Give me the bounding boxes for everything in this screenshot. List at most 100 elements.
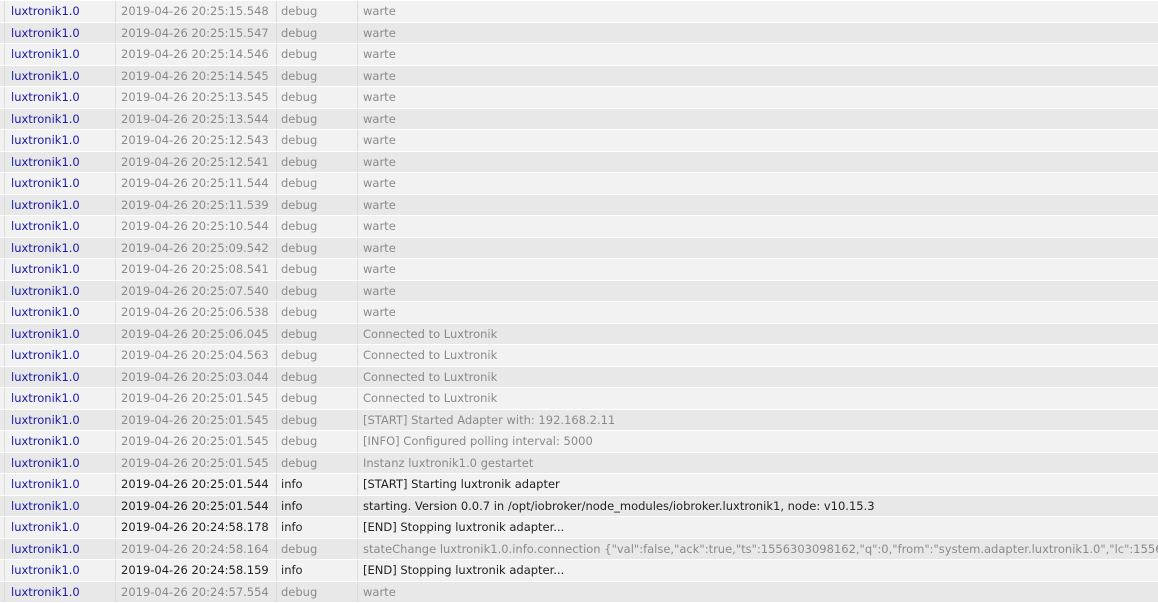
log-timestamp: 2019-04-26 20:25:13.544: [115, 109, 276, 130]
log-row[interactable]: luxtronik1.02019-04-26 20:25:07.540debug…: [0, 281, 1158, 303]
log-severity: debug: [276, 259, 357, 280]
log-source: luxtronik1.0: [4, 367, 115, 388]
log-message: warte: [357, 216, 1158, 237]
log-source: luxtronik1.0: [4, 1, 115, 22]
log-severity: debug: [276, 1, 357, 22]
log-severity: debug: [276, 238, 357, 259]
log-source: luxtronik1.0: [4, 582, 115, 603]
log-row[interactable]: luxtronik1.02019-04-26 20:25:14.545debug…: [0, 66, 1158, 88]
log-row[interactable]: luxtronik1.02019-04-26 20:25:15.547debug…: [0, 23, 1158, 45]
log-row[interactable]: luxtronik1.02019-04-26 20:25:14.546debug…: [0, 44, 1158, 66]
log-message: Connected to Luxtronik: [357, 388, 1158, 409]
log-severity: debug: [276, 130, 357, 151]
log-row[interactable]: luxtronik1.02019-04-26 20:25:01.545debug…: [0, 431, 1158, 453]
log-message: warte: [357, 87, 1158, 108]
log-severity: debug: [276, 109, 357, 130]
log-timestamp: 2019-04-26 20:25:01.545: [115, 388, 276, 409]
log-source: luxtronik1.0: [4, 23, 115, 44]
log-timestamp: 2019-04-26 20:25:01.544: [115, 496, 276, 517]
log-severity: debug: [276, 87, 357, 108]
log-severity: info: [276, 517, 357, 538]
log-row[interactable]: luxtronik1.02019-04-26 20:24:57.554debug…: [0, 582, 1158, 603]
log-message: [START] Started Adapter with: 192.168.2.…: [357, 410, 1158, 431]
log-severity: debug: [276, 281, 357, 302]
log-row[interactable]: luxtronik1.02019-04-26 20:25:08.541debug…: [0, 259, 1158, 281]
log-timestamp: 2019-04-26 20:24:58.159: [115, 560, 276, 581]
log-source: luxtronik1.0: [4, 281, 115, 302]
log-row[interactable]: luxtronik1.02019-04-26 20:25:03.044debug…: [0, 367, 1158, 389]
log-message: warte: [357, 23, 1158, 44]
log-severity: debug: [276, 582, 357, 603]
log-severity: debug: [276, 173, 357, 194]
log-source: luxtronik1.0: [4, 152, 115, 173]
log-severity: debug: [276, 367, 357, 388]
log-row[interactable]: luxtronik1.02019-04-26 20:25:01.545debug…: [0, 453, 1158, 475]
log-message: warte: [357, 582, 1158, 603]
log-row[interactable]: luxtronik1.02019-04-26 20:25:01.544info[…: [0, 474, 1158, 496]
log-message: warte: [357, 130, 1158, 151]
log-severity: debug: [276, 431, 357, 452]
log-severity: info: [276, 474, 357, 495]
log-source: luxtronik1.0: [4, 560, 115, 581]
log-message: warte: [357, 195, 1158, 216]
log-timestamp: 2019-04-26 20:25:08.541: [115, 259, 276, 280]
log-message: [INFO] Configured polling interval: 5000: [357, 431, 1158, 452]
log-row[interactable]: luxtronik1.02019-04-26 20:25:13.545debug…: [0, 87, 1158, 109]
log-severity: debug: [276, 410, 357, 431]
log-row[interactable]: luxtronik1.02019-04-26 20:25:12.541debug…: [0, 152, 1158, 174]
log-timestamp: 2019-04-26 20:25:09.542: [115, 238, 276, 259]
log-severity: debug: [276, 453, 357, 474]
log-row[interactable]: luxtronik1.02019-04-26 20:25:01.544infos…: [0, 496, 1158, 518]
log-source: luxtronik1.0: [4, 259, 115, 280]
log-timestamp: 2019-04-26 20:25:10.544: [115, 216, 276, 237]
log-message: Instanz luxtronik1.0 gestartet: [357, 453, 1158, 474]
log-message: [START] Starting luxtronik adapter: [357, 474, 1158, 495]
log-source: luxtronik1.0: [4, 87, 115, 108]
log-row[interactable]: luxtronik1.02019-04-26 20:25:06.538debug…: [0, 302, 1158, 324]
log-row[interactable]: luxtronik1.02019-04-26 20:24:58.178info[…: [0, 517, 1158, 539]
log-message: warte: [357, 66, 1158, 87]
log-message: warte: [357, 173, 1158, 194]
log-row[interactable]: luxtronik1.02019-04-26 20:24:58.164debug…: [0, 539, 1158, 561]
log-row[interactable]: luxtronik1.02019-04-26 20:24:58.159info[…: [0, 560, 1158, 582]
log-message: stateChange luxtronik1.0.info.connection…: [357, 539, 1158, 560]
log-message: starting. Version 0.0.7 in /opt/iobroker…: [357, 496, 1158, 517]
log-timestamp: 2019-04-26 20:25:14.545: [115, 66, 276, 87]
log-row[interactable]: luxtronik1.02019-04-26 20:25:15.548debug…: [0, 1, 1158, 23]
log-source: luxtronik1.0: [4, 474, 115, 495]
log-source: luxtronik1.0: [4, 324, 115, 345]
log-message: [END] Stopping luxtronik adapter...: [357, 517, 1158, 538]
log-source: luxtronik1.0: [4, 173, 115, 194]
log-row[interactable]: luxtronik1.02019-04-26 20:25:13.544debug…: [0, 109, 1158, 131]
log-row[interactable]: luxtronik1.02019-04-26 20:25:01.545debug…: [0, 388, 1158, 410]
log-severity: debug: [276, 345, 357, 366]
log-source: luxtronik1.0: [4, 388, 115, 409]
log-row[interactable]: luxtronik1.02019-04-26 20:25:11.539debug…: [0, 195, 1158, 217]
log-severity: debug: [276, 302, 357, 323]
log-timestamp: 2019-04-26 20:24:58.178: [115, 517, 276, 538]
log-source: luxtronik1.0: [4, 109, 115, 130]
log-row[interactable]: luxtronik1.02019-04-26 20:25:04.563debug…: [0, 345, 1158, 367]
log-timestamp: 2019-04-26 20:25:04.563: [115, 345, 276, 366]
log-message: [END] Stopping luxtronik adapter...: [357, 560, 1158, 581]
log-source: luxtronik1.0: [4, 453, 115, 474]
log-timestamp: 2019-04-26 20:25:15.548: [115, 1, 276, 22]
log-severity: info: [276, 560, 357, 581]
log-message: Connected to Luxtronik: [357, 345, 1158, 366]
log-timestamp: 2019-04-26 20:25:01.545: [115, 410, 276, 431]
log-timestamp: 2019-04-26 20:25:14.546: [115, 44, 276, 65]
log-message: warte: [357, 44, 1158, 65]
log-severity: debug: [276, 195, 357, 216]
log-row[interactable]: luxtronik1.02019-04-26 20:25:09.542debug…: [0, 238, 1158, 260]
log-source: luxtronik1.0: [4, 302, 115, 323]
log-severity: info: [276, 496, 357, 517]
log-row[interactable]: luxtronik1.02019-04-26 20:25:11.544debug…: [0, 173, 1158, 195]
log-source: luxtronik1.0: [4, 238, 115, 259]
log-source: luxtronik1.0: [4, 410, 115, 431]
log-row[interactable]: luxtronik1.02019-04-26 20:25:01.545debug…: [0, 410, 1158, 432]
log-row[interactable]: luxtronik1.02019-04-26 20:25:10.544debug…: [0, 216, 1158, 238]
log-row[interactable]: luxtronik1.02019-04-26 20:25:12.543debug…: [0, 130, 1158, 152]
log-severity: debug: [276, 216, 357, 237]
log-timestamp: 2019-04-26 20:25:11.539: [115, 195, 276, 216]
log-row[interactable]: luxtronik1.02019-04-26 20:25:06.045debug…: [0, 324, 1158, 346]
